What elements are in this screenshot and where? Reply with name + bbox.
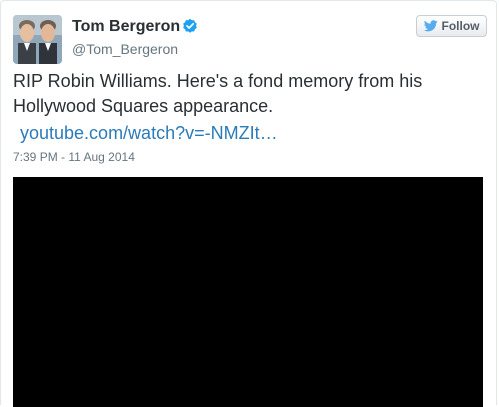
avatar[interactable] [13, 15, 62, 64]
embedded-video[interactable] [13, 177, 483, 407]
author-name[interactable]: Tom Bergeron [72, 17, 180, 37]
tweet-timestamp[interactable]: 7:39 PM - 11 Aug 2014 [13, 150, 135, 165]
tweet-link[interactable]: youtube.com/watch?v=-NMZIt… [20, 121, 278, 146]
verified-badge-icon [183, 18, 197, 33]
avatar-photo [13, 15, 62, 64]
tweet-text: RIP Robin Williams. Here's a fond memory… [13, 71, 423, 116]
follow-button-label: Follow [441, 19, 480, 33]
embedded-tweet-card: Tom Bergeron @Tom_Bergeron Follow RIP Ro… [0, 0, 497, 407]
follow-button[interactable]: Follow [416, 15, 487, 37]
author-handle[interactable]: @Tom_Bergeron [72, 40, 178, 58]
bird-icon [423, 20, 438, 32]
